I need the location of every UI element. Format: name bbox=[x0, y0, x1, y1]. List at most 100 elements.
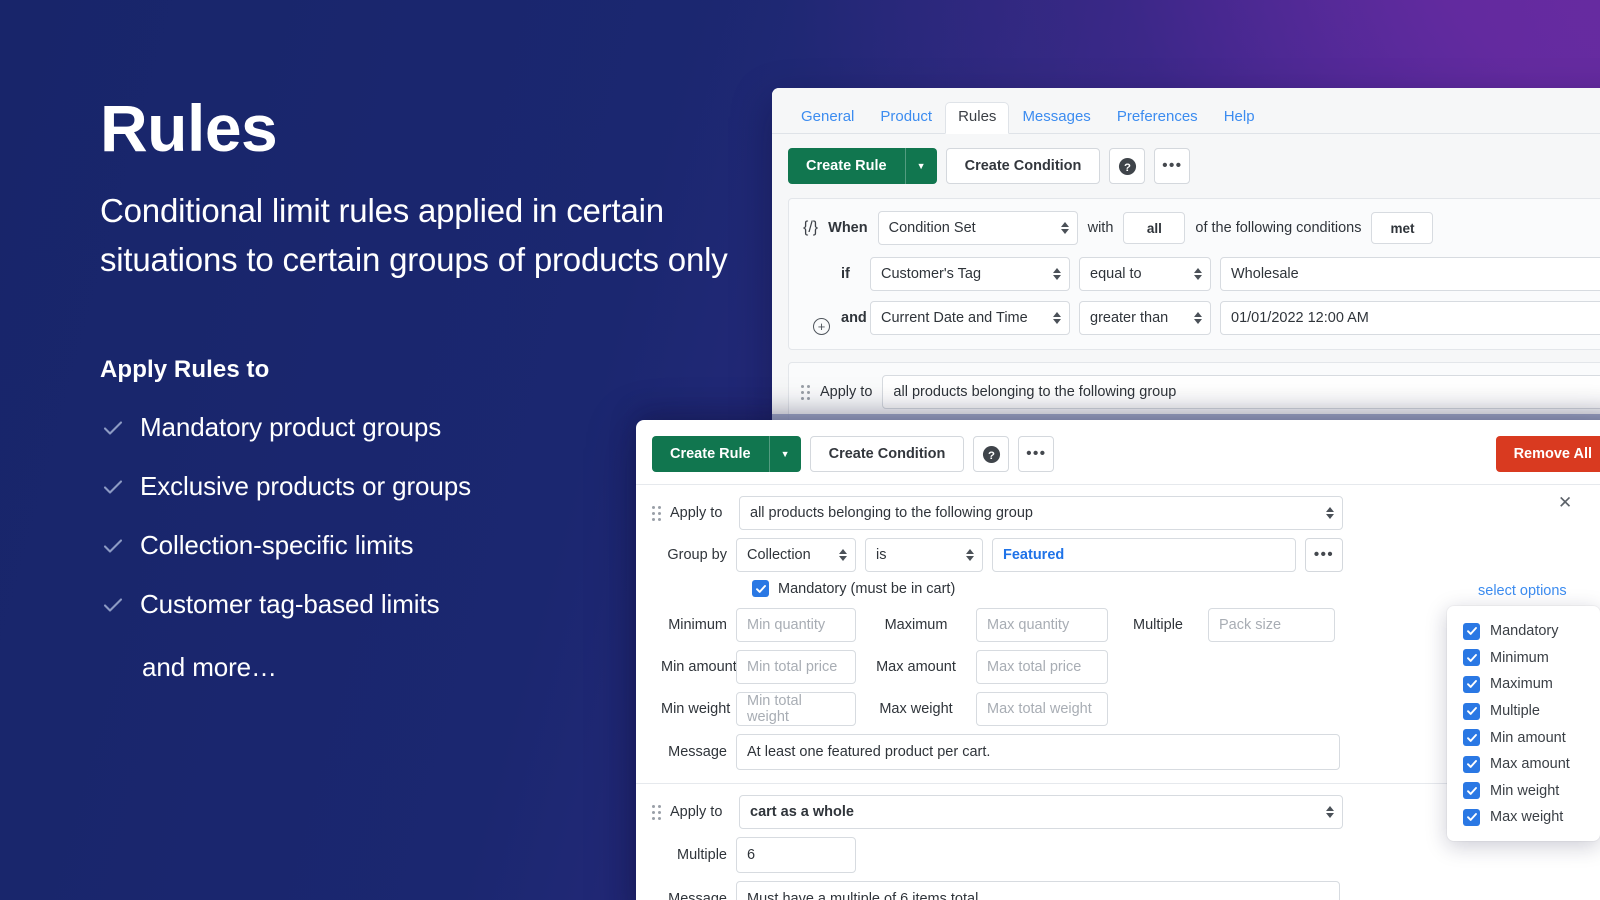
checkbox-icon[interactable] bbox=[1463, 649, 1480, 667]
ellipsis-icon[interactable]: ••• bbox=[1018, 436, 1055, 472]
create-rule-split-button[interactable]: Create Rule ▼ bbox=[652, 436, 801, 472]
option-mandatory[interactable]: Mandatory bbox=[1463, 618, 1600, 645]
condition-subject-select[interactable]: Current Date and Time bbox=[870, 301, 1070, 335]
checkbox-icon[interactable] bbox=[1463, 622, 1480, 640]
plus-circle-icon[interactable]: + bbox=[813, 318, 830, 335]
pack-size-input[interactable]: Pack size bbox=[1208, 608, 1335, 642]
condition-row: and Current Date and Time greater than 0… bbox=[789, 301, 1600, 349]
chevron-down-icon[interactable]: ▼ bbox=[768, 436, 801, 472]
group-by-operator-value: is bbox=[876, 547, 887, 563]
check-icon bbox=[100, 533, 126, 559]
condition-connector: and bbox=[841, 310, 867, 326]
mandatory-checkbox[interactable] bbox=[752, 580, 769, 597]
condition-subject-select[interactable]: Customer's Tag bbox=[870, 257, 1070, 291]
checkbox-icon[interactable] bbox=[1463, 755, 1480, 773]
condition-connector: if bbox=[841, 266, 850, 282]
svg-text:?: ? bbox=[988, 449, 995, 461]
check-icon bbox=[100, 415, 126, 441]
select-options-link[interactable]: select options bbox=[1478, 583, 1567, 599]
option-min-amount[interactable]: Min amount bbox=[1463, 724, 1600, 751]
option-min-weight[interactable]: Min weight bbox=[1463, 778, 1600, 805]
checkbox-icon[interactable] bbox=[1463, 729, 1480, 747]
min-amount-label: Min amount bbox=[661, 659, 737, 675]
question-circle-icon[interactable]: ? bbox=[1109, 148, 1146, 184]
chevron-updown-icon bbox=[1326, 507, 1334, 519]
create-rule-split-button[interactable]: Create Rule ▼ bbox=[788, 148, 937, 184]
apply-to-select[interactable]: all products belonging to the following … bbox=[739, 496, 1343, 530]
message-input[interactable]: At least one featured product per cart. bbox=[736, 734, 1340, 770]
create-rule-button[interactable]: Create Rule bbox=[788, 148, 905, 184]
question-circle-icon[interactable]: ? bbox=[973, 436, 1010, 472]
list-item-label: Collection-specific limits bbox=[140, 530, 414, 560]
apply-to-value: all products belonging to the following … bbox=[893, 384, 1177, 400]
option-multiple[interactable]: Multiple bbox=[1463, 698, 1600, 725]
drag-handle-icon[interactable] bbox=[652, 804, 661, 820]
create-condition-button[interactable]: Create Condition bbox=[945, 148, 1101, 184]
condition-subject-value: Current Date and Time bbox=[881, 310, 1028, 326]
group-by-field-select[interactable]: Collection bbox=[736, 538, 856, 572]
page-title: Rules bbox=[100, 91, 278, 165]
multiple-row: Multiple 6 bbox=[636, 837, 1600, 873]
tab-help[interactable]: Help bbox=[1211, 103, 1268, 133]
option-max-weight[interactable]: Max weight bbox=[1463, 804, 1600, 831]
condition-subject-value: Customer's Tag bbox=[881, 266, 982, 282]
condition-datetime-input[interactable]: 01/01/2022 12:00 AM bbox=[1220, 301, 1600, 335]
max-total-price-input[interactable]: Max total price bbox=[976, 650, 1108, 684]
quantifier-select[interactable]: all bbox=[1123, 212, 1186, 244]
checkbox-icon[interactable] bbox=[1463, 782, 1480, 800]
page-subtitle: Conditional limit rules applied in certa… bbox=[100, 192, 728, 278]
apply-to-value: cart as a whole bbox=[750, 804, 854, 820]
drag-handle-icon[interactable] bbox=[801, 384, 810, 400]
message-label: Message bbox=[668, 891, 727, 900]
condition-operator-select[interactable]: greater than bbox=[1079, 301, 1211, 335]
min-total-weight-input[interactable]: Min total weight bbox=[736, 692, 856, 726]
group-by-value-link[interactable]: Featured bbox=[1003, 547, 1064, 563]
multiple-input[interactable]: 6 bbox=[736, 837, 856, 873]
tab-preferences[interactable]: Preferences bbox=[1104, 103, 1211, 133]
maximum-label: Maximum bbox=[884, 617, 948, 633]
chevron-down-icon[interactable]: ▼ bbox=[904, 148, 937, 184]
max-total-weight-input[interactable]: Max total weight bbox=[976, 692, 1108, 726]
option-max-amount[interactable]: Max amount bbox=[1463, 751, 1600, 778]
min-quantity-input[interactable]: Min quantity bbox=[736, 608, 856, 642]
checkbox-icon[interactable] bbox=[1463, 702, 1480, 720]
list-item-label: Customer tag-based limits bbox=[140, 589, 440, 619]
message-input[interactable]: Must have a multiple of 6 items total. bbox=[736, 881, 1340, 900]
max-quantity-input[interactable]: Max quantity bbox=[976, 608, 1108, 642]
group-by-row: Group by Collection is Featured ••• bbox=[636, 538, 1600, 572]
tab-messages[interactable]: Messages bbox=[1009, 103, 1103, 133]
drag-handle-icon[interactable] bbox=[652, 505, 661, 521]
min-total-price-input[interactable]: Min total price bbox=[736, 650, 856, 684]
tab-rules[interactable]: Rules bbox=[945, 102, 1010, 134]
close-icon[interactable]: ✕ bbox=[1558, 494, 1572, 511]
remove-all-button[interactable]: Remove All bbox=[1495, 436, 1600, 472]
chevron-updown-icon bbox=[1053, 268, 1061, 280]
met-state-select[interactable]: met bbox=[1371, 212, 1434, 244]
apply-to-row: Apply to all products belonging to the f… bbox=[636, 496, 1600, 530]
checkbox-icon[interactable] bbox=[1463, 675, 1480, 693]
group-by-value-input[interactable]: Featured bbox=[992, 538, 1296, 572]
group-by-operator-select[interactable]: is bbox=[865, 538, 983, 572]
tab-general[interactable]: General bbox=[788, 103, 867, 133]
ellipsis-icon[interactable]: ••• bbox=[1154, 148, 1191, 184]
message-label: Message bbox=[668, 744, 727, 760]
apply-to-select[interactable]: cart as a whole bbox=[739, 795, 1343, 829]
condition-value-input[interactable]: Wholesale bbox=[1220, 257, 1600, 291]
ellipsis-icon[interactable]: ••• bbox=[1305, 538, 1343, 572]
check-icon bbox=[100, 474, 126, 500]
checkbox-icon[interactable] bbox=[1463, 808, 1480, 826]
option-maximum[interactable]: Maximum bbox=[1463, 671, 1600, 698]
tab-product[interactable]: Product bbox=[867, 103, 945, 133]
option-label: Max amount bbox=[1490, 756, 1570, 773]
with-label: with bbox=[1087, 220, 1114, 236]
option-label: Maximum bbox=[1490, 676, 1553, 693]
code-brackets-icon: {/} bbox=[803, 219, 819, 236]
condition-set-select[interactable]: Condition Set bbox=[877, 211, 1078, 245]
condition-operator-select[interactable]: equal to bbox=[1079, 257, 1211, 291]
option-minimum[interactable]: Minimum bbox=[1463, 645, 1600, 672]
apply-to-select[interactable]: all products belonging to the following … bbox=[882, 375, 1600, 409]
create-rule-button[interactable]: Create Rule bbox=[652, 436, 769, 472]
create-condition-button[interactable]: Create Condition bbox=[809, 436, 965, 472]
option-label: Mandatory bbox=[1490, 623, 1559, 640]
apply-rules-heading: Apply Rules to bbox=[100, 356, 270, 383]
